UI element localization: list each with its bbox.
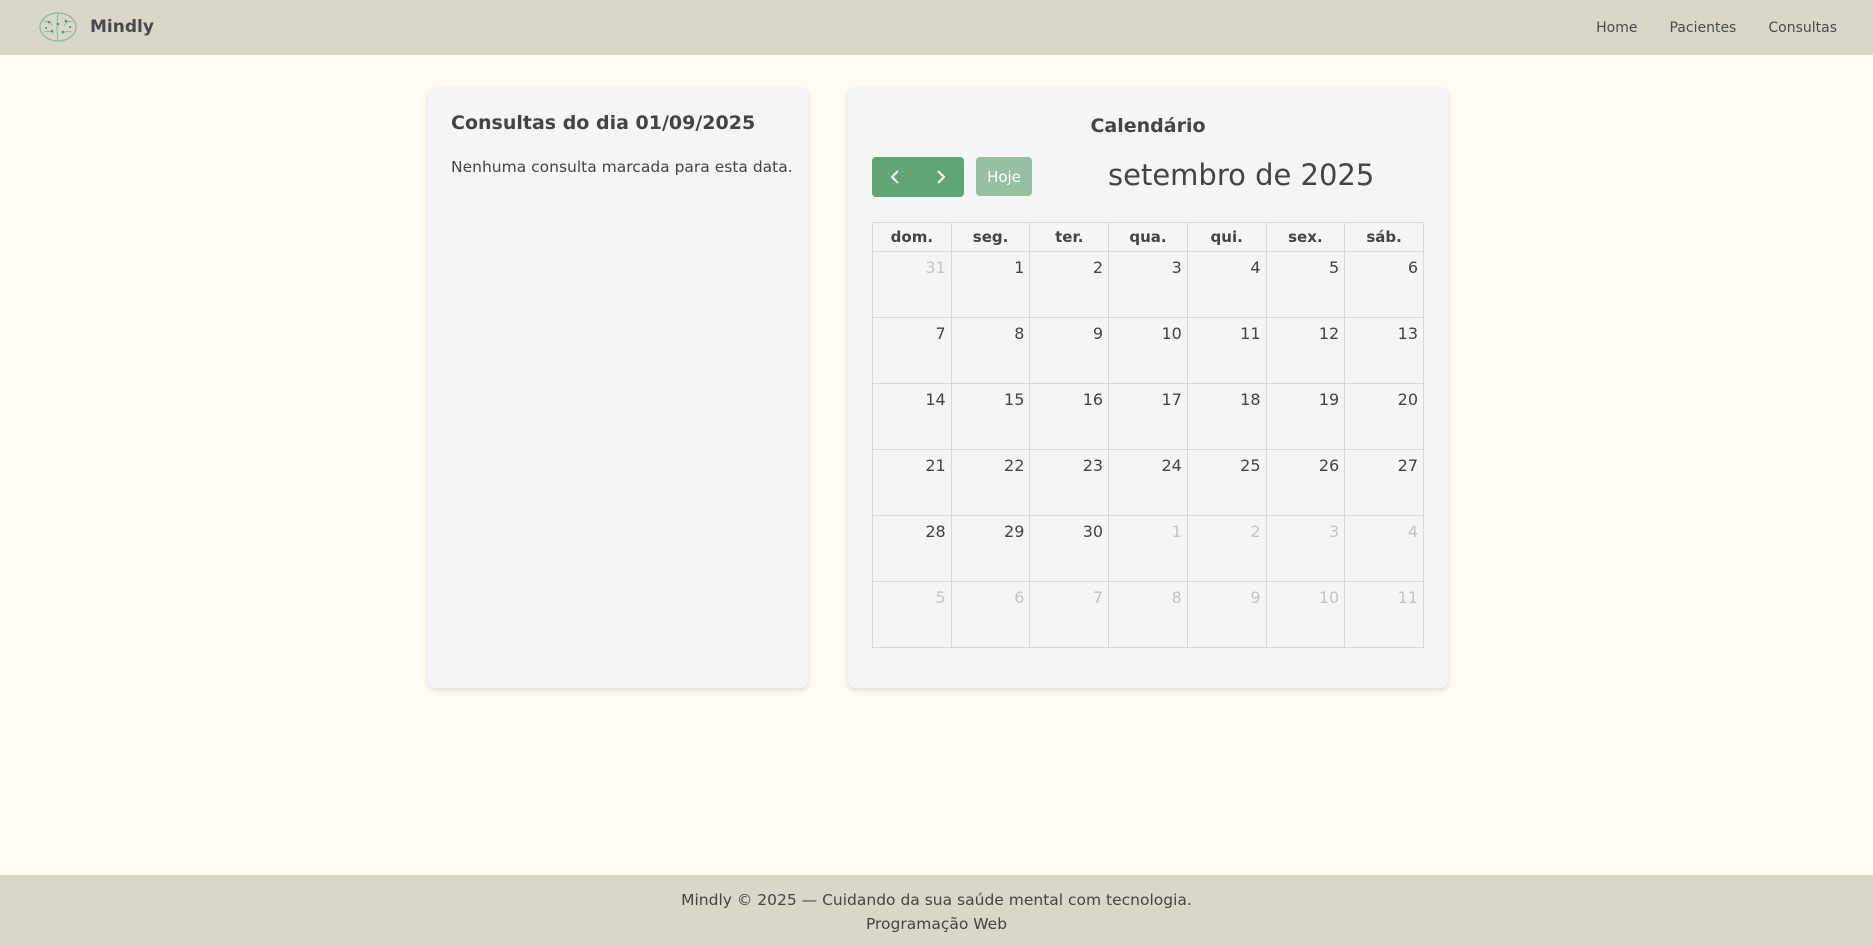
brand-name: Mindly <box>90 17 154 37</box>
calendar-day-cell[interactable]: 3 <box>1108 251 1188 318</box>
calendar-title: Calendário <box>1090 115 1206 137</box>
day-appointments-panel: Consultas do dia 01/09/2025 Nenhuma cons… <box>428 88 808 688</box>
chevron-left-icon <box>890 170 899 184</box>
calendar-day-cell[interactable]: 12 <box>1265 317 1346 384</box>
calendar-day-cell-other-month[interactable]: 2 <box>1186 515 1267 582</box>
calendar-week-row: 31 1 2 3 4 5 6 <box>872 251 1424 318</box>
navbar: Mindly Home Pacientes Consultas <box>0 0 1873 55</box>
calendar-day-cell[interactable]: 2 <box>1029 251 1110 318</box>
calendar-day-cell[interactable]: 27 <box>1344 449 1424 516</box>
calendar-day-cell-other-month[interactable]: 5 <box>872 581 952 648</box>
weekday-header: qui. <box>1186 222 1267 252</box>
calendar-day-cell-other-month[interactable]: 8 <box>1108 581 1188 648</box>
weekday-header: dom. <box>872 222 952 252</box>
calendar-week-row: 5 6 7 8 9 10 11 <box>872 581 1424 648</box>
calendar-week-row: 7 8 9 10 11 12 13 <box>872 317 1424 384</box>
calendar-day-cell[interactable]: 8 <box>950 317 1031 384</box>
weekday-header-row: dom. seg. ter. qua. qui. sex. sáb. <box>872 222 1424 252</box>
prev-month-button[interactable] <box>872 157 918 197</box>
calendar-day-cell-other-month[interactable]: 6 <box>950 581 1031 648</box>
calendar-day-cell[interactable]: 29 <box>950 515 1031 582</box>
weekday-header: sáb. <box>1344 222 1424 252</box>
calendar-day-cell-other-month[interactable]: 1 <box>1108 515 1188 582</box>
calendar-day-cell-other-month[interactable]: 31 <box>872 251 952 318</box>
calendar-week-row: 14 15 16 17 18 19 20 <box>872 383 1424 450</box>
nav-links: Home Pacientes Consultas <box>1564 0 1837 55</box>
calendar-day-cell[interactable]: 30 <box>1029 515 1110 582</box>
calendar-day-cell[interactable]: 26 <box>1265 449 1346 516</box>
calendar-day-cell[interactable]: 22 <box>950 449 1031 516</box>
calendar-day-cell[interactable]: 17 <box>1108 383 1188 450</box>
nav-link-consultas[interactable]: Consultas <box>1768 20 1837 36</box>
calendar-day-cell[interactable]: 6 <box>1344 251 1424 318</box>
next-month-button[interactable] <box>918 157 964 197</box>
brain-logo-icon <box>39 12 77 42</box>
day-panel-title: Consultas do dia 01/09/2025 <box>451 112 756 134</box>
calendar-day-cell[interactable]: 11 <box>1186 317 1267 384</box>
calendar-panel: Calendário Hoje setembro de 2025 dom. se… <box>848 88 1448 688</box>
calendar-day-cell[interactable]: 25 <box>1186 449 1267 516</box>
nav-link-home[interactable]: Home <box>1596 20 1637 36</box>
calendar-day-cell[interactable]: 16 <box>1029 383 1110 450</box>
calendar-day-cell-other-month[interactable]: 7 <box>1029 581 1110 648</box>
calendar-day-cell[interactable]: 1 <box>950 251 1031 318</box>
brand[interactable]: Mindly <box>38 10 154 44</box>
calendar-week-row: 28 29 30 1 2 3 4 <box>872 515 1424 582</box>
calendar-day-cell[interactable]: 19 <box>1265 383 1346 450</box>
calendar-day-cell[interactable]: 18 <box>1186 383 1267 450</box>
calendar-day-cell[interactable]: 24 <box>1108 449 1188 516</box>
calendar-week-row: 21 22 23 24 25 26 27 <box>872 449 1424 516</box>
weekday-header: sex. <box>1265 222 1346 252</box>
calendar-nav-buttons <box>872 157 964 197</box>
calendar-day-cell[interactable]: 4 <box>1186 251 1267 318</box>
calendar-month-label: setembro de 2025 <box>1108 158 1375 192</box>
calendar-day-cell[interactable]: 13 <box>1344 317 1424 384</box>
weekday-header: seg. <box>950 222 1031 252</box>
footer-copyright: Mindly © 2025 — Cuidando da sua saúde me… <box>681 891 1192 909</box>
calendar-day-cell-other-month[interactable]: 11 <box>1344 581 1424 648</box>
calendar-day-cell[interactable]: 9 <box>1029 317 1110 384</box>
chevron-right-icon <box>937 170 946 184</box>
calendar-day-cell-other-month[interactable]: 3 <box>1265 515 1346 582</box>
calendar-day-cell[interactable]: 20 <box>1344 383 1424 450</box>
calendar-day-cell[interactable]: 28 <box>872 515 952 582</box>
weekday-header: ter. <box>1029 222 1110 252</box>
calendar-day-cell-other-month[interactable]: 4 <box>1344 515 1424 582</box>
today-button[interactable]: Hoje <box>976 157 1032 196</box>
nav-link-pacientes[interactable]: Pacientes <box>1669 20 1736 36</box>
weekday-header: qua. <box>1108 222 1188 252</box>
footer: Mindly © 2025 — Cuidando da sua saúde me… <box>0 875 1873 946</box>
calendar-body: 31 1 2 3 4 5 6 7 8 9 10 11 12 13 14 15 16 17 18 19 20 21 22 23 2… <box>872 251 1424 648</box>
calendar-day-cell[interactable]: 15 <box>950 383 1031 450</box>
calendar-grid: dom. seg. ter. qua. qui. sex. sáb. 31 1 2 3… <box>872 222 1424 648</box>
calendar-day-cell[interactable]: 21 <box>872 449 952 516</box>
footer-course: Programação Web <box>865 915 1008 933</box>
day-panel-empty-message: Nenhuma consulta marcada para esta data. <box>451 158 793 176</box>
calendar-day-cell-other-month[interactable]: 9 <box>1186 581 1267 648</box>
calendar-day-cell[interactable]: 23 <box>1029 449 1110 516</box>
calendar-day-cell[interactable]: 14 <box>872 383 952 450</box>
calendar-day-cell[interactable]: 5 <box>1265 251 1346 318</box>
calendar-day-cell[interactable]: 10 <box>1108 317 1188 384</box>
calendar-day-cell[interactable]: 7 <box>872 317 952 384</box>
calendar-day-cell-other-month[interactable]: 10 <box>1265 581 1346 648</box>
